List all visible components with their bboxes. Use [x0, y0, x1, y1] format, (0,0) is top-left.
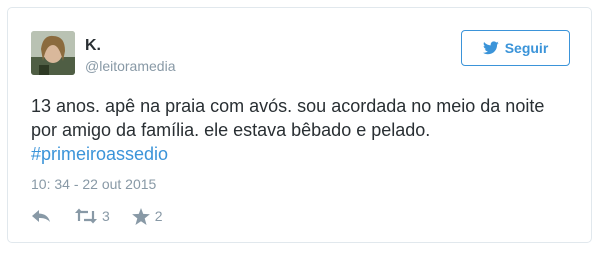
avatar[interactable]	[31, 31, 75, 75]
user-handle[interactable]: @leitoramedia	[85, 58, 175, 74]
tweet-line-1: 13 anos. apê na praia com avós. sou acor…	[31, 96, 545, 116]
favorite-count: 2	[154, 208, 163, 224]
reply-button[interactable]	[31, 208, 51, 224]
retweet-button[interactable]: 3	[75, 208, 110, 224]
tweet-card: K. @leitoramedia Seguir 13 anos. apê na …	[7, 7, 592, 243]
star-icon	[131, 207, 150, 225]
user-name[interactable]: K.	[85, 37, 101, 55]
tweet-text: 13 anos. apê na praia com avós. sou acor…	[31, 94, 571, 166]
tweet-actions: 3 2	[31, 204, 163, 228]
follow-button-label: Seguir	[504, 40, 549, 56]
tweet-line-2: por amigo da família. ele estava bêbado …	[31, 120, 431, 140]
tweet-timestamp[interactable]: 10: 34 - 22 out 2015	[31, 176, 156, 192]
twitter-bird-icon	[482, 41, 499, 55]
avatar-photo	[31, 31, 75, 75]
hashtag-link[interactable]: #primeiroassedio	[31, 142, 571, 166]
retweet-count: 3	[102, 208, 110, 224]
retweet-icon	[75, 208, 97, 224]
follow-button[interactable]: Seguir	[461, 30, 570, 66]
favorite-button[interactable]: 2	[131, 207, 163, 225]
reply-icon	[32, 210, 50, 222]
